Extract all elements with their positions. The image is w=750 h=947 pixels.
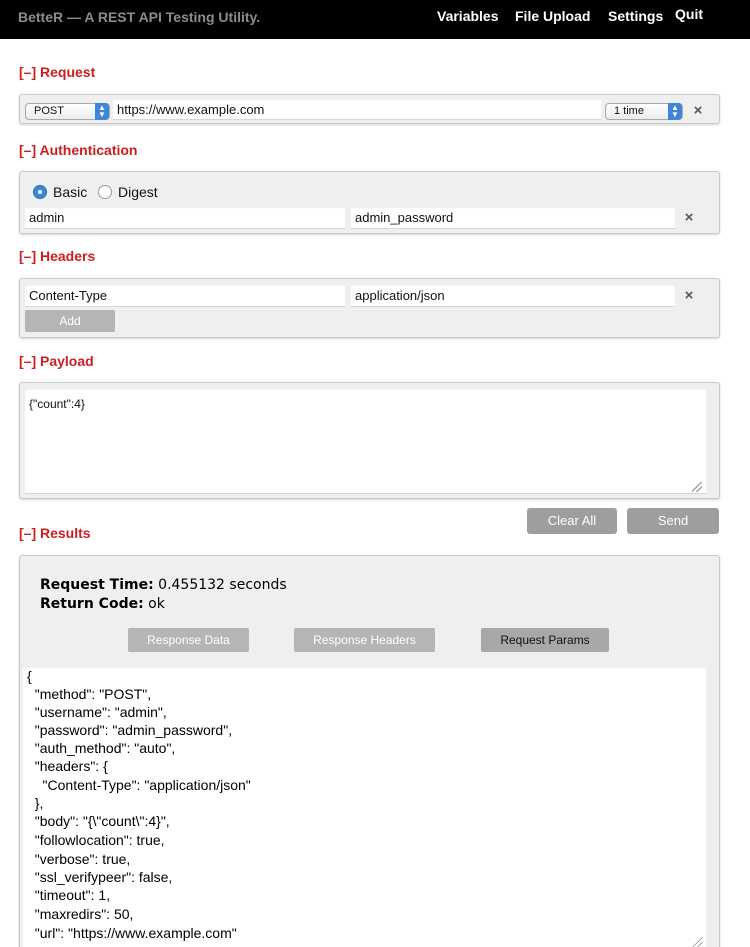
tab-request-params[interactable]: Request Params (481, 628, 609, 652)
return-code-label: Return Code: (40, 596, 144, 612)
request-section-toggle[interactable]: [–] Request (19, 64, 95, 80)
method-select[interactable]: POST ▲ ▼ (25, 103, 110, 120)
json-line: "body": "{\"count\":4}", (27, 813, 170, 829)
json-line: "password": "admin_password", (27, 722, 233, 738)
payload-section-toggle[interactable]: [–] Payload (19, 353, 94, 369)
json-line: "username": "admin", (27, 704, 167, 720)
json-line: "verbose": true, (27, 851, 131, 867)
auth-digest-label[interactable]: Digest (118, 184, 158, 200)
json-line: "Content-Type": "application/json" (27, 777, 251, 793)
request-time: Request Time: 0.455132 seconds (40, 577, 287, 593)
return-code-value: ok (148, 596, 165, 612)
headers-panel: Content-Type application/json × Add (19, 278, 720, 338)
clear-request-close-icon[interactable]: × (691, 103, 705, 118)
results-output[interactable]: { "method": "POST", "username": "admin",… (23, 667, 706, 947)
json-line: { (27, 668, 32, 684)
chevron-updown-icon: ▲ ▼ (668, 103, 682, 120)
username-input[interactable]: admin (25, 207, 345, 229)
resize-handle-icon[interactable] (692, 482, 702, 492)
auth-digest-radio[interactable] (98, 185, 112, 199)
repeat-select-value: 1 time (614, 105, 644, 117)
json-line: "maxredirs": 50, (27, 906, 134, 922)
clear-all-button[interactable]: Clear All (527, 508, 617, 534)
tab-response-headers[interactable]: Response Headers (294, 628, 435, 652)
json-line: "auth_method": "auto", (27, 740, 176, 756)
headers-section-toggle[interactable]: [–] Headers (19, 248, 95, 264)
payload-panel: {"count":4} (19, 382, 720, 499)
header-name-input[interactable]: Content-Type (25, 285, 345, 307)
resize-handle-icon[interactable] (693, 937, 703, 947)
json-line: "timeout": 1, (27, 887, 111, 903)
results-section-toggle[interactable]: [–] Results (19, 525, 91, 541)
method-select-value: POST (34, 105, 64, 117)
top-bar: BetteR — A REST API Testing Utility. Var… (0, 0, 750, 39)
json-line: }, (27, 795, 44, 811)
tab-response-data[interactable]: Response Data (128, 628, 249, 652)
authentication-panel: Basic Digest admin admin_password × (19, 171, 720, 234)
request-time-label: Request Time: (40, 577, 154, 593)
json-line: "ssl_verifypeer": false, (27, 869, 173, 885)
app-title: BetteR — A REST API Testing Utility. (18, 9, 261, 25)
chevron-updown-icon: ▲ ▼ (95, 103, 109, 120)
nav-settings[interactable]: Settings (608, 8, 663, 24)
request-panel: POST ▲ ▼ https://www.example.com 1 time ▲… (19, 94, 720, 124)
nav-file-upload[interactable]: File Upload (515, 8, 590, 24)
auth-basic-radio[interactable] (33, 185, 47, 199)
repeat-select[interactable]: 1 time ▲ ▼ (605, 103, 683, 120)
return-code: Return Code: ok (40, 596, 165, 612)
json-line: "method": "POST", (27, 686, 152, 702)
remove-header-close-icon[interactable]: × (682, 288, 696, 303)
clear-auth-close-icon[interactable]: × (682, 210, 696, 225)
nav-variables[interactable]: Variables (437, 8, 499, 24)
payload-text: {"count":4} (29, 397, 85, 411)
json-line: "headers": { (27, 758, 108, 774)
header-value-input[interactable]: application/json (351, 285, 675, 307)
payload-textarea[interactable]: {"count":4} (25, 389, 706, 494)
send-button[interactable]: Send (627, 508, 719, 534)
json-line: "followlocation": true, (27, 832, 165, 848)
json-line: "url": "https://www.example.com" (27, 925, 237, 941)
nav-quit[interactable]: Quit (675, 6, 703, 22)
add-header-button[interactable]: Add (25, 310, 115, 332)
password-input[interactable]: admin_password (351, 207, 675, 229)
url-input[interactable]: https://www.example.com (113, 99, 601, 120)
authentication-section-toggle[interactable]: [–] Authentication (19, 142, 137, 158)
request-time-value: 0.455132 seconds (158, 577, 287, 593)
auth-basic-label[interactable]: Basic (53, 184, 87, 200)
